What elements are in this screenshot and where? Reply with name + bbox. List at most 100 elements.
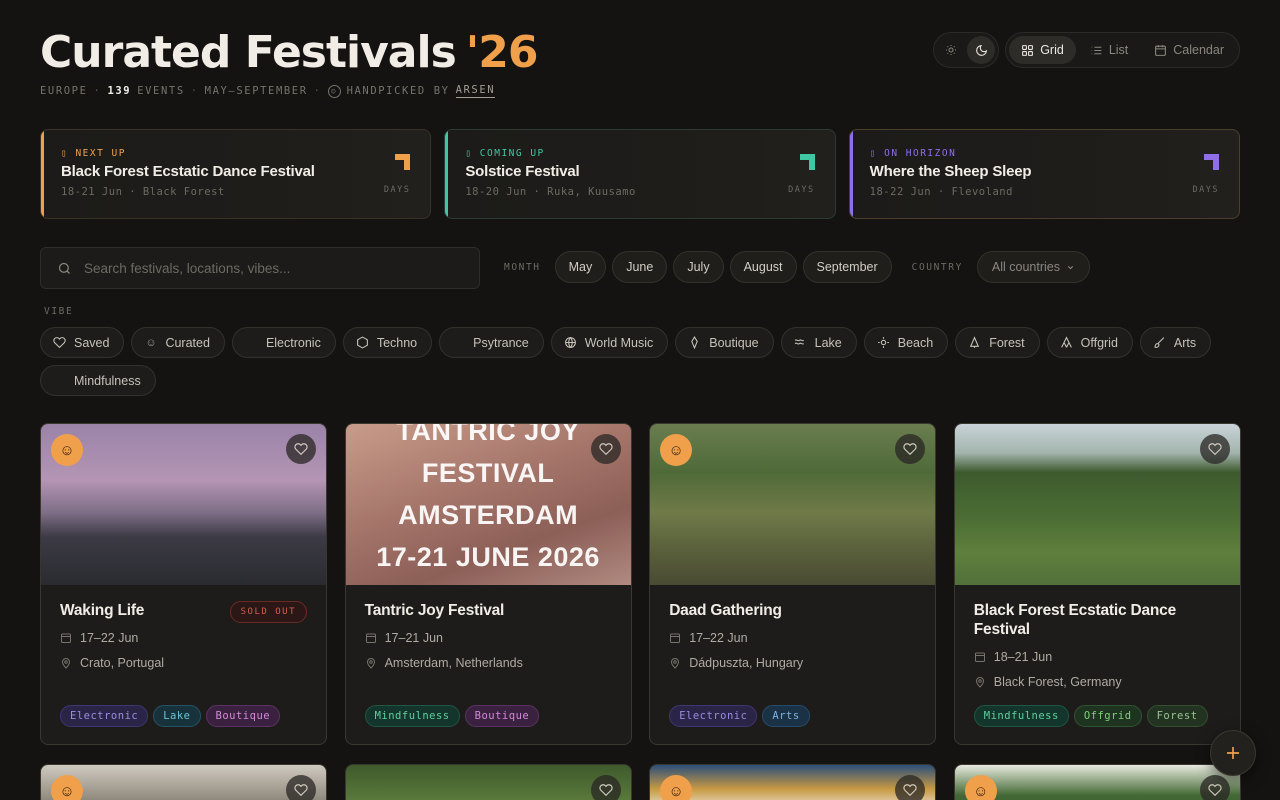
save-heart-button[interactable] xyxy=(1199,434,1230,464)
festival-title: Black Forest Ecstatic Dance Festival xyxy=(973,602,1177,638)
festival-tags: Mindfulness Boutique xyxy=(364,705,540,727)
hexagon-icon xyxy=(356,336,368,349)
vibe-electronic[interactable]: Electronic xyxy=(231,327,336,358)
tag-mindfulness[interactable]: Mindfulness xyxy=(364,705,460,727)
list-view-button[interactable]: List xyxy=(1078,36,1140,64)
vibe-world-music[interactable]: World Music xyxy=(550,327,669,358)
tag-offgrid[interactable]: Offgrid xyxy=(1073,705,1142,727)
save-heart-button[interactable] xyxy=(895,775,926,800)
festival-card[interactable]: ☺ xyxy=(953,764,1241,800)
grid-icon xyxy=(1022,44,1034,56)
tag-lake[interactable]: Lake xyxy=(153,705,201,727)
save-heart-button[interactable] xyxy=(590,434,621,464)
calendar-icon xyxy=(974,652,985,662)
countdown-card-next[interactable]: ▯ NEXT UP Black Forest Ecstatic Dance Fe… xyxy=(40,129,432,219)
month-filter-july[interactable]: July xyxy=(673,251,724,283)
vibe-mindfulness[interactable]: Mindfulness xyxy=(40,365,156,396)
festival-image: ☺ xyxy=(954,765,1240,800)
title-text: Curated Festivals xyxy=(40,27,457,78)
festival-tags: Mindfulness Offgrid Forest xyxy=(973,705,1208,727)
vibe-psytrance[interactable]: Psytrance xyxy=(439,327,544,358)
festival-card[interactable]: ☺ Waking Life SOLD OUT 17–22 Jun Crato, … xyxy=(40,423,327,745)
vibe-saved[interactable]: Saved xyxy=(40,327,125,358)
month-filter-may[interactable]: May xyxy=(554,251,607,283)
heart-icon xyxy=(1208,443,1222,456)
festival-card[interactable]: ☺ xyxy=(40,764,327,800)
curator-link[interactable]: ARSEN xyxy=(455,84,496,98)
save-heart-button[interactable] xyxy=(286,434,316,464)
festival-tags: Electronic Arts xyxy=(669,705,810,727)
countdown-kicker: ▯ NEXT UP xyxy=(61,148,126,159)
days-number-glyph xyxy=(799,154,815,170)
festival-card[interactable]: ☺ xyxy=(649,764,937,800)
sun-icon xyxy=(877,337,889,348)
countdown-kicker: ▯ COMING UP xyxy=(465,148,545,159)
search-input[interactable] xyxy=(84,260,479,276)
save-heart-button[interactable] xyxy=(286,775,316,800)
tag-forest[interactable]: Forest xyxy=(1146,705,1208,727)
vibe-offgrid[interactable]: Offgrid xyxy=(1046,327,1133,358)
vibe-boutique[interactable]: Boutique xyxy=(675,327,774,358)
moon-icon xyxy=(975,44,987,56)
save-heart-button[interactable] xyxy=(895,434,926,464)
festival-card[interactable] xyxy=(344,764,632,800)
days-label: DAYS xyxy=(383,185,411,195)
face-icon: ☺ xyxy=(327,84,341,98)
vibe-curated[interactable]: ☺ Curated xyxy=(131,327,225,358)
face-icon: ☺ xyxy=(145,336,157,349)
dark-theme-button[interactable] xyxy=(967,36,996,64)
vibe-beach[interactable]: Beach xyxy=(863,327,949,358)
countdown-card-coming[interactable]: ▯ COMING UP Solstice Festival 18-20 Jun … xyxy=(444,129,836,219)
calendar-icon xyxy=(670,633,681,643)
location-pin-icon xyxy=(975,677,984,688)
festival-image: ☺ xyxy=(41,424,326,585)
vibe-lake[interactable]: Lake xyxy=(780,327,857,358)
heart-icon xyxy=(294,443,308,456)
calendar-view-button[interactable]: Calendar xyxy=(1142,36,1236,64)
tag-mindfulness[interactable]: Mindfulness xyxy=(973,705,1069,727)
tag-electronic[interactable]: Electronic xyxy=(669,705,758,727)
month-filter-september[interactable]: September xyxy=(802,251,892,283)
countdown-meta: 18-21 Jun · Black Forest xyxy=(61,186,225,198)
vibe-arts[interactable]: Arts xyxy=(1139,327,1212,358)
tag-boutique[interactable]: Boutique xyxy=(464,705,540,727)
save-heart-button[interactable] xyxy=(590,775,621,800)
country-select[interactable]: All countries xyxy=(976,251,1090,283)
countdown-name: Black Forest Ecstatic Dance Festival xyxy=(61,163,315,180)
festival-title: Tantric Joy Festival xyxy=(364,602,505,619)
vibe-forest[interactable]: Forest xyxy=(955,327,1040,358)
page-subtitle: EUROPE · 139 EVENTS · MAY–SEPTEMBER · ☺ … xyxy=(40,84,496,98)
add-festival-button[interactable] xyxy=(1210,730,1256,776)
vibe-filter-label: VIBE xyxy=(44,306,74,317)
location-pin-icon xyxy=(366,658,375,669)
save-heart-button[interactable] xyxy=(1199,775,1230,800)
grid-view-button[interactable]: Grid xyxy=(1009,36,1076,64)
calendar-icon xyxy=(61,633,71,643)
calendar-icon xyxy=(1155,44,1167,56)
countdown-name: Where the Sheep Sleep xyxy=(869,163,1032,180)
month-filter-june[interactable]: June xyxy=(612,251,668,283)
festival-title: Daad Gathering xyxy=(669,602,782,619)
festival-dates: 17–22 Jun xyxy=(60,631,307,645)
vibe-filters: Saved ☺ Curated Electronic Techno Psytra… xyxy=(40,327,1240,396)
vibe-techno[interactable]: Techno xyxy=(342,327,433,358)
heart-icon xyxy=(598,784,613,797)
festival-card[interactable]: ☺ Daad Gathering 17–22 Jun Dádpuszta, Hu… xyxy=(649,423,937,745)
curated-badge-icon: ☺ xyxy=(660,775,693,800)
festival-card[interactable]: TANTRIC JOY FESTIVAL AMSTERDAM 17-21 JUN… xyxy=(344,423,632,745)
countdown-card-horizon[interactable]: ▯ ON HORIZON Where the Sheep Sleep 18-22… xyxy=(848,129,1240,219)
festival-card[interactable]: Black Forest Ecstatic Dance Festival 18–… xyxy=(953,423,1241,745)
countdown-days: DAYS xyxy=(380,154,411,195)
tag-electronic[interactable]: Electronic xyxy=(60,705,149,727)
countdown-days: DAYS xyxy=(785,154,815,195)
curated-badge-icon: ☺ xyxy=(964,775,997,800)
light-theme-button[interactable] xyxy=(937,36,965,64)
tag-arts[interactable]: Arts xyxy=(762,705,810,727)
countdown-kicker: ▯ ON HORIZON xyxy=(869,148,957,159)
festival-image xyxy=(954,424,1240,585)
sold-out-badge: SOLD OUT xyxy=(229,601,307,623)
countdown-days: DAYS xyxy=(1189,154,1219,195)
tag-boutique[interactable]: Boutique xyxy=(205,705,281,727)
sun-icon xyxy=(946,45,957,55)
month-filter-august[interactable]: August xyxy=(729,251,797,283)
